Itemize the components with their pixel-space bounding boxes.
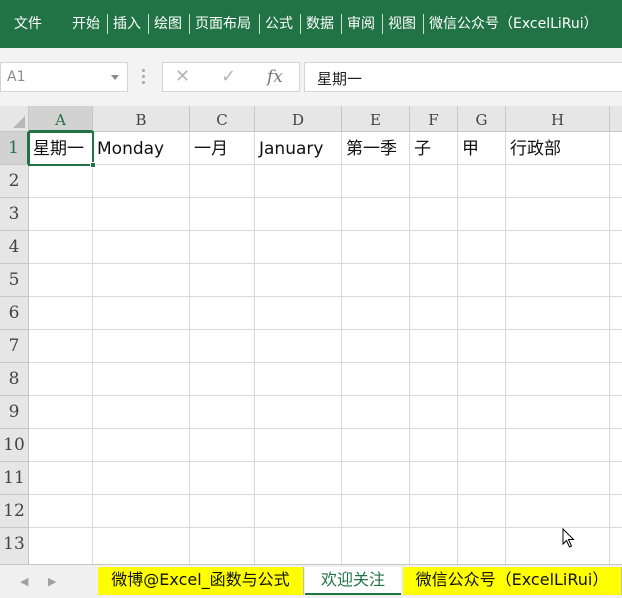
tab-view[interactable]: 视图 <box>388 14 416 34</box>
tab-review[interactable]: 审阅 <box>347 14 375 34</box>
enter-icon[interactable]: ✓ <box>221 65 236 89</box>
gridline <box>29 362 622 363</box>
row-header-10[interactable]: 10 <box>0 429 29 462</box>
formula-content: 星期一 <box>317 70 363 88</box>
ribbon-separator <box>341 14 342 34</box>
row-header-5[interactable]: 5 <box>0 264 29 297</box>
ribbon-tab-bar: 文件 开始 插入 绘图 页面布局 公式 数据 审阅 视图 微信公众号（Excel… <box>0 0 622 48</box>
tab-file[interactable]: 文件 <box>14 14 42 34</box>
gridline <box>29 329 622 330</box>
select-all-button[interactable] <box>0 106 29 132</box>
sheet-tab-weibo[interactable]: 微博@Excel_函数与公式 <box>98 567 304 595</box>
ribbon-separator <box>382 14 383 34</box>
cell-e1[interactable]: 第一季 <box>342 132 410 165</box>
gridline <box>29 230 622 231</box>
gridline <box>29 395 622 396</box>
name-box[interactable]: A1 <box>0 62 128 92</box>
row-header-12[interactable]: 12 <box>0 495 29 528</box>
gridline <box>29 263 622 264</box>
column-header-f[interactable]: F <box>410 106 458 132</box>
ribbon-separator <box>259 14 260 34</box>
cell-c1[interactable]: 一月 <box>190 132 255 165</box>
tab-page-layout[interactable]: 页面布局 <box>195 14 251 34</box>
spreadsheet-grid: A B C D E F G H 1 2 3 4 5 6 7 8 9 10 11 … <box>0 106 622 564</box>
cell-d1[interactable]: January <box>255 132 342 165</box>
ribbon-separator <box>423 14 424 34</box>
column-header-i[interactable] <box>610 106 622 132</box>
fill-handle[interactable] <box>90 162 96 168</box>
gridline <box>29 197 622 198</box>
cell-h1[interactable]: 行政部 <box>506 132 610 165</box>
ribbon-separator <box>300 14 301 34</box>
row-header-4[interactable]: 4 <box>0 231 29 264</box>
tab-home[interactable]: 开始 <box>72 14 100 34</box>
sheet-tab-wechat[interactable]: 微信公众号（ExcelLiRui） <box>403 567 622 595</box>
active-cell-selection <box>28 131 96 168</box>
tab-data[interactable]: 数据 <box>306 14 334 34</box>
ribbon-separator <box>189 14 190 34</box>
row-header-11[interactable]: 11 <box>0 462 29 495</box>
tab-draw[interactable]: 绘图 <box>154 14 182 34</box>
column-header-g[interactable]: G <box>458 106 506 132</box>
row-header-13[interactable]: 13 <box>0 528 29 564</box>
column-header-a[interactable]: A <box>29 106 93 132</box>
column-header-c[interactable]: C <box>190 106 255 132</box>
formula-buttons: ✕ ✓ fx <box>162 62 300 92</box>
cell-g1[interactable]: 甲 <box>458 132 506 165</box>
prev-sheet-icon[interactable]: ◀ <box>20 575 28 588</box>
column-header-d[interactable]: D <box>255 106 342 132</box>
next-sheet-icon[interactable]: ▶ <box>48 575 56 588</box>
tab-wechat[interactable]: 微信公众号（ExcelLiRui） <box>429 14 598 34</box>
cancel-icon[interactable]: ✕ <box>175 65 190 89</box>
gridline <box>29 461 622 462</box>
row-header-7[interactable]: 7 <box>0 330 29 363</box>
row-header-6[interactable]: 6 <box>0 297 29 330</box>
tab-formulas[interactable]: 公式 <box>265 14 293 34</box>
sheet-tab-welcome[interactable]: 欢迎关注 <box>305 567 401 595</box>
column-header-h[interactable]: H <box>506 106 610 132</box>
column-header-b[interactable]: B <box>93 106 190 132</box>
gridline <box>29 296 622 297</box>
select-all-icon <box>13 116 25 128</box>
cell-f1[interactable]: 子 <box>410 132 458 165</box>
row-header-3[interactable]: 3 <box>0 198 29 231</box>
ribbon-separator <box>107 14 108 34</box>
ribbon-separator <box>148 14 149 34</box>
row-header-8[interactable]: 8 <box>0 363 29 396</box>
insert-function-icon[interactable]: fx <box>267 65 283 89</box>
gridline <box>29 494 622 495</box>
cell-b1[interactable]: Monday <box>93 132 190 165</box>
formula-input[interactable]: 星期一 <box>304 62 622 92</box>
tab-insert[interactable]: 插入 <box>113 14 141 34</box>
name-box-value: A1 <box>7 69 26 85</box>
row-header-2[interactable]: 2 <box>0 165 29 198</box>
sheet-tab-bar: ◀ ▶ 微博@Excel_函数与公式 欢迎关注 微信公众号（ExcelLiRui… <box>0 564 622 598</box>
drag-handle-icon[interactable] <box>142 68 146 84</box>
row-header-1[interactable]: 1 <box>0 132 29 165</box>
chevron-down-icon[interactable] <box>111 75 119 80</box>
formula-bar: A1 ✕ ✓ fx 星期一 <box>0 48 622 106</box>
mouse-pointer-icon <box>562 528 575 548</box>
column-header-e[interactable]: E <box>342 106 410 132</box>
gridline <box>29 527 622 528</box>
gridline <box>29 428 622 429</box>
row-header-9[interactable]: 9 <box>0 396 29 429</box>
